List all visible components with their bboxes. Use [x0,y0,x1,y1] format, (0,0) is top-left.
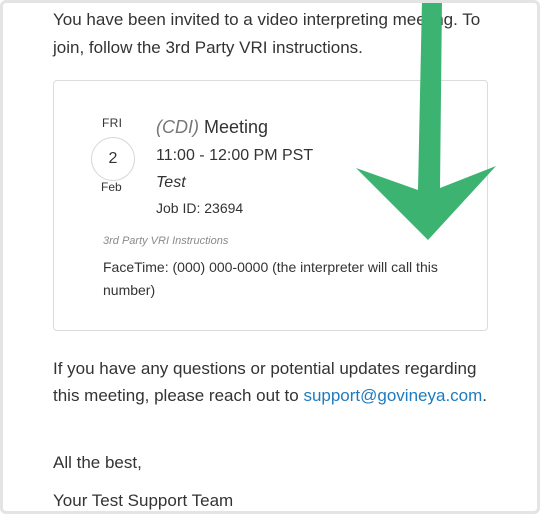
down-arrow-icon [356,0,496,240]
arrow-shape [356,0,496,240]
